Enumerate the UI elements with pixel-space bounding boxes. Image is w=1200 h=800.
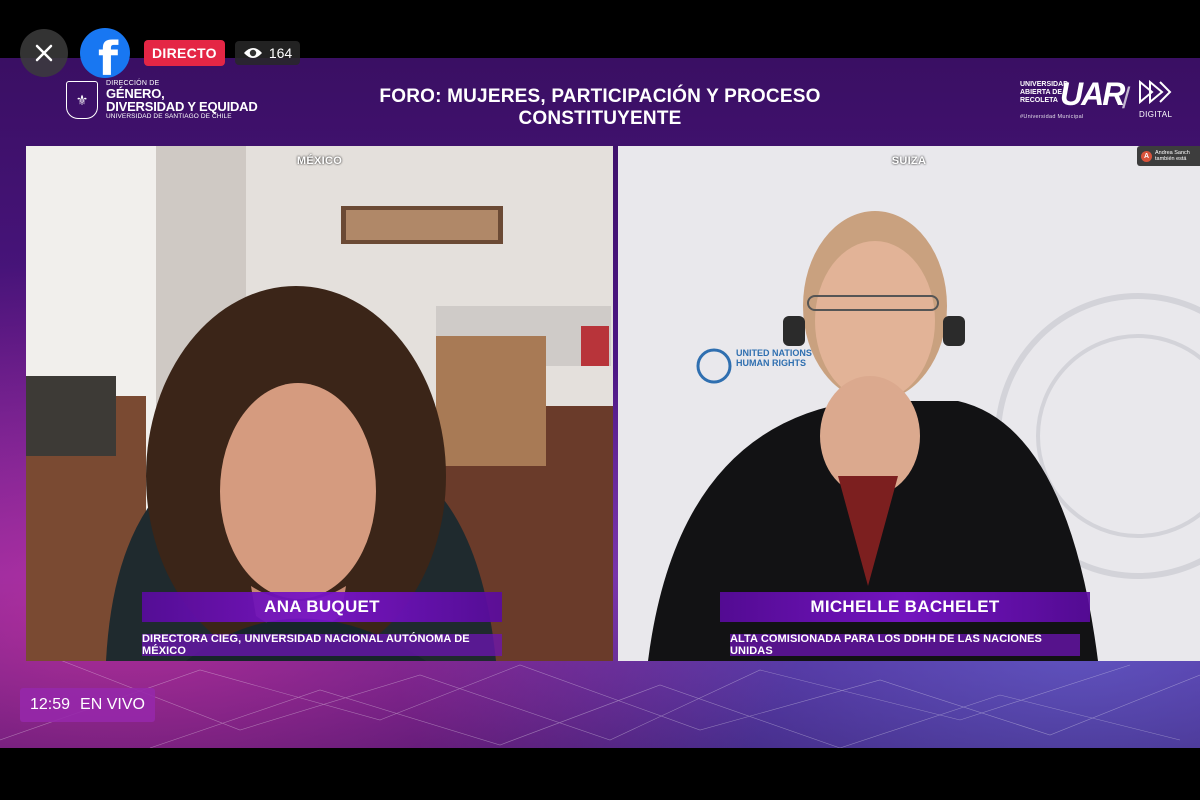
viewer-count: 164: [234, 41, 301, 65]
speaker-video-feed-right: [618, 146, 1200, 661]
join-notification[interactable]: A Andrea Sanch también está: [1137, 146, 1200, 166]
country-label: MÉXICO: [296, 155, 343, 167]
close-icon: [35, 44, 53, 62]
speaker-role-banner: DIRECTORA CIEG, UNIVERSIDAD NACIONAL AUT…: [142, 633, 502, 657]
live-stream-viewer: ⚜ DIRECCIÓN DE GÉNERO, DIVERSIDAD Y EQUI…: [0, 0, 1200, 800]
forum-title: FORO: MUJERES, PARTICIPACIÓN Y PROCESO C…: [379, 86, 821, 129]
speaker-video-switzerland: SUIZA UNITED NATIONS HUMAN RIGHTS MICHEL…: [618, 146, 1200, 661]
clock-time: 12:59: [30, 696, 71, 713]
notification-line-2: también está: [1155, 156, 1187, 162]
digital-label: DIGITAL: [1139, 110, 1173, 119]
viewer-count-value: 164: [268, 45, 293, 61]
live-badge: DIRECTO: [144, 40, 225, 66]
facebook-logo-icon: f: [80, 28, 130, 78]
un-human-rights-backdrop-text: UNITED NATIONS HUMAN RIGHTS: [736, 348, 812, 368]
speaker-name-banner: MICHELLE BACHELET: [720, 592, 1090, 622]
decorative-network-lines: [0, 660, 1200, 748]
logo-line-4: UNIVERSIDAD DE SANTIAGO DE CHILE: [106, 113, 232, 120]
speaker-video-feed-left: [26, 146, 613, 661]
speaker-name-banner: ANA BUQUET: [142, 592, 502, 622]
eye-icon: [243, 48, 262, 58]
bottom-letterbox: [0, 748, 1200, 800]
uar-digital-logo: UNIVERSIDAD ABIERTA DE RECOLETA UAR #Uni…: [1020, 76, 1180, 128]
fast-forward-icon: [1139, 80, 1172, 104]
logo-line-3: DIVERSIDAD Y EQUIDAD: [106, 99, 258, 114]
uar-mark: UAR: [1060, 76, 1125, 112]
country-label: SUIZA: [891, 155, 927, 167]
university-crest-icon: ⚜: [66, 81, 98, 120]
uar-footer: #Universidad Municipal: [1020, 114, 1084, 120]
logo-divider: /: [1122, 82, 1131, 115]
live-label: EN VIVO: [80, 696, 145, 713]
live-clock-badge: 12:59 EN VIVO: [20, 688, 155, 722]
speaker-role-banner: ALTA COMISIONADA PARA LOS DDHH DE LAS NA…: [730, 633, 1080, 657]
gender-diversity-logo: ⚜ DIRECCIÓN DE GÉNERO, DIVERSIDAD Y EQUI…: [66, 80, 258, 121]
facebook-live-overlay: f DIRECTO 164: [20, 28, 301, 78]
user-avatar: A: [1141, 150, 1152, 162]
speaker-video-mexico: MÉXICO ANA BUQUET DIRECTORA CIEG, UNIVER…: [26, 146, 613, 661]
close-button[interactable]: [20, 29, 68, 77]
